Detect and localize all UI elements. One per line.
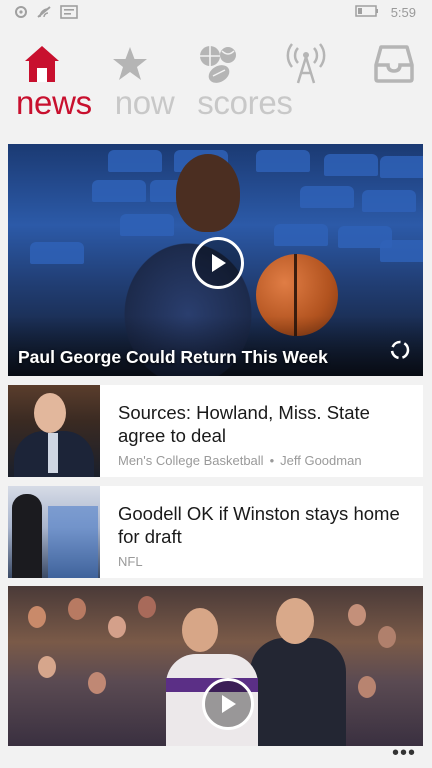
loading-icon [389, 339, 411, 366]
pivot-news[interactable]: news [16, 84, 92, 122]
hero-video-card[interactable]: Paul George Could Return This Week [8, 144, 423, 376]
list-item[interactable]: Goodell OK if Winston stays home for dra… [8, 486, 423, 578]
message-icon [60, 5, 78, 24]
video-card[interactable] [8, 586, 423, 746]
story-headline: Goodell OK if Winston stays home for dra… [118, 503, 400, 547]
story-meta: NFL [118, 554, 414, 569]
broadcast-tower-icon[interactable] [282, 40, 330, 88]
story-thumbnail [8, 385, 100, 477]
status-bar: 5:59 [0, 0, 432, 26]
story-author: Jeff Goodman [280, 453, 362, 468]
star-icon[interactable] [106, 40, 154, 88]
app-bar: ••• [0, 743, 432, 768]
more-button[interactable]: ••• [392, 743, 416, 763]
nav-icon-bar [0, 40, 432, 88]
pivot-now[interactable]: now [115, 84, 175, 122]
list-item[interactable]: Sources: Howland, Miss. State agree to d… [8, 385, 423, 477]
home-icon[interactable] [18, 40, 66, 88]
pivot-header: news now scores [16, 84, 307, 128]
wifi-icon [36, 5, 52, 24]
pivot-scores[interactable]: scores [197, 84, 293, 122]
story-headline: Sources: Howland, Miss. State agree to d… [118, 402, 370, 446]
sync-icon [14, 5, 28, 24]
story-meta: Men's College Basketball • Jeff Goodman [118, 453, 362, 468]
story-category: Men's College Basketball [118, 453, 264, 468]
play-button[interactable] [202, 678, 254, 730]
story-category: NFL [118, 554, 143, 569]
play-button[interactable] [192, 237, 244, 289]
clock: 5:59 [390, 5, 416, 20]
sports-balls-icon[interactable] [194, 40, 242, 88]
story-thumbnail [8, 486, 100, 578]
inbox-icon[interactable] [370, 40, 418, 88]
battery-icon [354, 5, 379, 20]
hero-caption: Paul George Could Return This Week [18, 347, 328, 367]
